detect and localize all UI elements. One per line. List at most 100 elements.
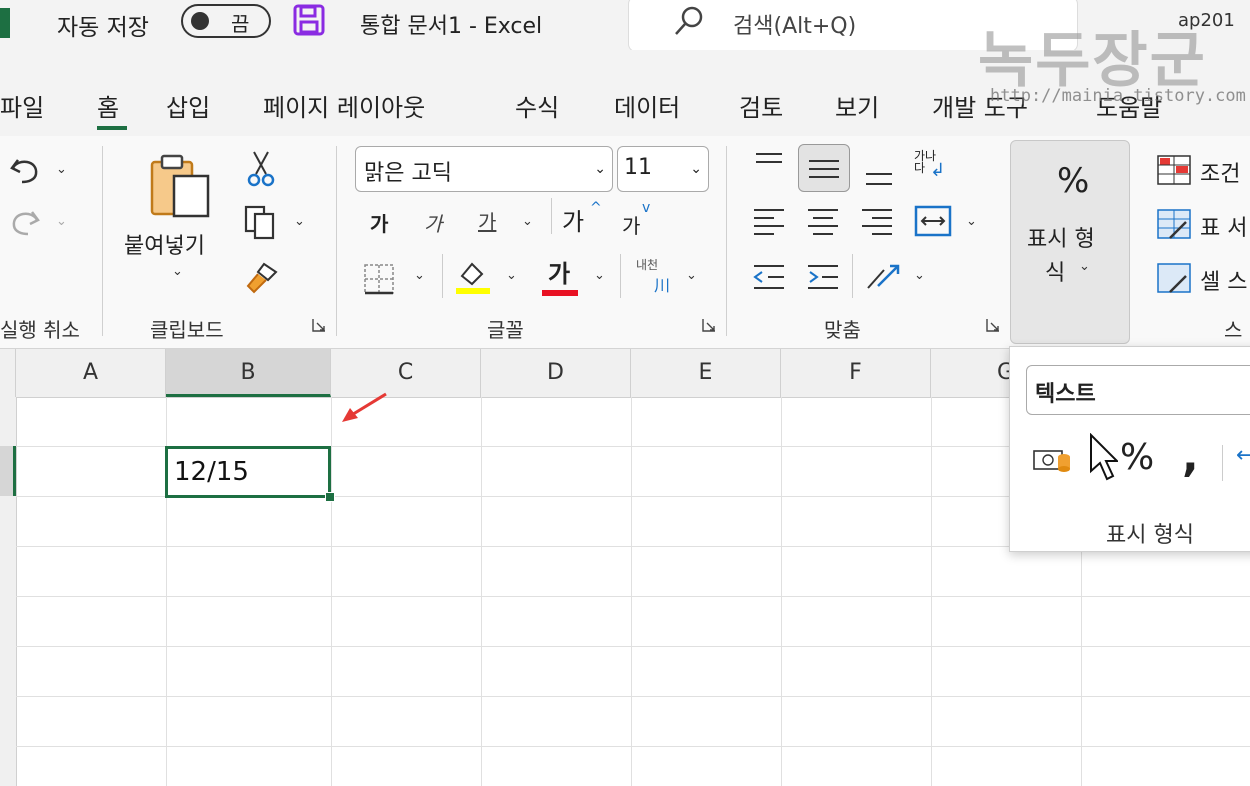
toggle-knob bbox=[191, 12, 209, 30]
tab-review[interactable]: 검토 bbox=[739, 88, 783, 123]
copy-dropdown-icon[interactable]: ⌄ bbox=[294, 214, 305, 229]
excel-logo-icon bbox=[0, 8, 10, 38]
align-bottom-icon[interactable] bbox=[862, 160, 896, 188]
phonetic-dropdown-icon[interactable]: ⌄ bbox=[686, 268, 697, 283]
number-format-value: 텍스트 bbox=[1035, 382, 1096, 407]
accounting-format-icon[interactable] bbox=[1032, 445, 1072, 477]
font-color-button[interactable]: 가 bbox=[548, 254, 570, 289]
underline-dropdown-icon[interactable]: ⌄ bbox=[522, 214, 533, 229]
font-size-select[interactable]: 11 ⌄ bbox=[617, 146, 709, 192]
bold-button[interactable]: 가 bbox=[370, 208, 388, 237]
number-format-button[interactable]: % 표시 형 식 ⌄ bbox=[1010, 140, 1130, 344]
column-header-b[interactable]: B bbox=[166, 349, 331, 397]
grid-line bbox=[16, 746, 1250, 747]
grid-line bbox=[16, 596, 1250, 597]
panel-separator bbox=[1222, 445, 1223, 481]
cut-icon[interactable] bbox=[246, 150, 276, 188]
fill-color-dropdown-icon[interactable]: ⌄ bbox=[506, 268, 517, 283]
cell-value: 12/15 bbox=[174, 457, 249, 487]
autosave-label: 자동 저장 bbox=[57, 15, 149, 41]
align-top-icon[interactable] bbox=[752, 150, 786, 178]
italic-button[interactable]: 가 bbox=[424, 208, 442, 237]
clipboard-launcher-icon[interactable] bbox=[312, 318, 326, 332]
increase-indent-icon[interactable] bbox=[806, 262, 840, 292]
redo-icon bbox=[12, 211, 40, 236]
column-header-e[interactable]: E bbox=[631, 349, 781, 397]
format-painter-icon[interactable] bbox=[244, 260, 280, 294]
tab-formulas[interactable]: 수식 bbox=[515, 88, 559, 123]
grid-line bbox=[781, 397, 782, 786]
group-label-styles: 스 bbox=[1224, 318, 1243, 342]
panel-group-label: 표시 형식 bbox=[1106, 523, 1194, 548]
fill-handle[interactable] bbox=[325, 492, 335, 502]
grow-font-button[interactable]: 가 bbox=[562, 202, 584, 237]
orientation-dropdown-icon[interactable]: ⌄ bbox=[914, 268, 925, 283]
copy-icon[interactable] bbox=[243, 204, 277, 240]
align-center-icon[interactable] bbox=[806, 206, 840, 236]
undo-dropdown-icon[interactable]: ⌄ bbox=[56, 162, 67, 177]
underline-button[interactable]: 가 bbox=[478, 206, 496, 235]
number-format-select[interactable]: 텍스트 bbox=[1026, 365, 1250, 415]
save-icon[interactable] bbox=[292, 3, 326, 37]
row-header-selected[interactable] bbox=[0, 446, 16, 496]
search-icon bbox=[675, 6, 703, 35]
tab-file[interactable]: 파일 bbox=[0, 88, 44, 123]
font-name-value: 맑은 고딕 bbox=[364, 161, 452, 186]
phonetic-button[interactable]: 내천 bbox=[636, 256, 658, 273]
paste-icon[interactable] bbox=[148, 152, 214, 220]
percent-style-button[interactable]: % bbox=[1120, 437, 1154, 478]
decrease-indent-icon[interactable] bbox=[752, 262, 786, 292]
ribbon-separator bbox=[852, 254, 853, 298]
merge-center-icon[interactable] bbox=[914, 204, 952, 238]
merge-dropdown-icon[interactable]: ⌄ bbox=[966, 214, 977, 229]
tab-home[interactable]: 홈 bbox=[97, 88, 119, 123]
cell-styles-label[interactable]: 셀 스 bbox=[1200, 264, 1247, 296]
tab-data[interactable]: 데이터 bbox=[614, 88, 680, 123]
format-as-table-label[interactable]: 표 서 bbox=[1200, 210, 1247, 242]
paste-dropdown-icon[interactable]: ⌄ bbox=[172, 264, 183, 279]
phonetic-guide-icon: 川 bbox=[654, 276, 671, 295]
active-cell-b2[interactable]: 12/15 bbox=[165, 446, 331, 498]
align-middle-button[interactable] bbox=[798, 144, 850, 192]
font-name-select[interactable]: 맑은 고딕 ⌄ bbox=[355, 146, 613, 192]
ribbon-separator bbox=[620, 254, 621, 298]
autosave-toggle[interactable]: 끔 bbox=[181, 4, 271, 38]
shrink-font-button[interactable]: 가 bbox=[622, 210, 640, 239]
column-header-a[interactable]: A bbox=[16, 349, 166, 397]
tab-insert[interactable]: 삽입 bbox=[166, 88, 210, 123]
grid-line bbox=[481, 397, 482, 786]
align-left-icon[interactable] bbox=[752, 206, 786, 236]
fill-color-icon[interactable] bbox=[454, 258, 492, 296]
watermark-url: http://mainia.tistory.com bbox=[990, 86, 1246, 106]
annotation-arrow-icon bbox=[342, 392, 387, 422]
font-launcher-icon[interactable] bbox=[702, 318, 716, 332]
search-placeholder[interactable]: 검색(Alt+Q) bbox=[733, 8, 856, 40]
conditional-format-icon[interactable] bbox=[1156, 154, 1192, 186]
font-color-swatch bbox=[542, 290, 578, 296]
align-right-icon[interactable] bbox=[860, 206, 894, 236]
font-color-dropdown-icon[interactable]: ⌄ bbox=[594, 268, 605, 283]
orientation-icon[interactable] bbox=[864, 258, 904, 296]
tab-view[interactable]: 보기 bbox=[835, 88, 879, 123]
format-as-table-icon[interactable] bbox=[1156, 208, 1192, 240]
tab-page-layout[interactable]: 페이지 레이아웃 bbox=[263, 88, 425, 123]
column-header-d[interactable]: D bbox=[481, 349, 631, 397]
undo-icon[interactable] bbox=[8, 152, 42, 186]
number-format-label-cont: 식 bbox=[1045, 261, 1066, 286]
group-label-clipboard: 클립보드 bbox=[150, 318, 224, 342]
comma-style-button[interactable]: , bbox=[1182, 431, 1199, 482]
align-middle-icon bbox=[809, 160, 839, 178]
borders-icon[interactable] bbox=[362, 262, 398, 296]
cell-styles-icon[interactable] bbox=[1156, 262, 1192, 294]
column-header-f[interactable]: F bbox=[781, 349, 931, 397]
paste-label[interactable]: 붙여넣기 bbox=[124, 228, 205, 260]
mouse-cursor-icon bbox=[1090, 433, 1118, 481]
borders-dropdown-icon[interactable]: ⌄ bbox=[414, 268, 425, 283]
conditional-format-label[interactable]: 조건 bbox=[1200, 156, 1240, 188]
toggle-state-label: 끔 bbox=[231, 12, 250, 36]
select-all-corner[interactable] bbox=[0, 349, 16, 397]
alignment-launcher-icon[interactable] bbox=[986, 318, 1000, 332]
active-tab-indicator bbox=[97, 126, 127, 130]
wrap-arrow-icon: ↲ bbox=[930, 160, 946, 181]
decrease-decimal-icon[interactable]: ← bbox=[1236, 443, 1250, 468]
